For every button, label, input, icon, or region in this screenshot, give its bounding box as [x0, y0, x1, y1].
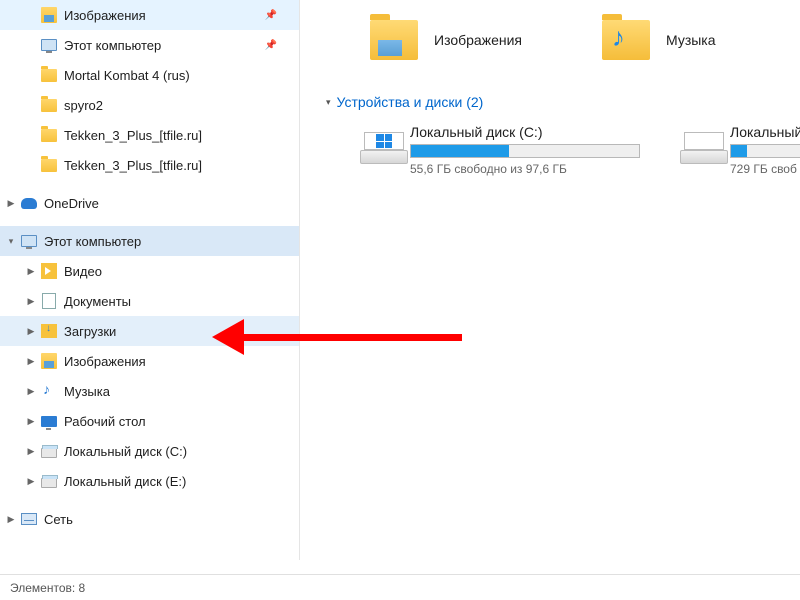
tree-item-label: Mortal Kombat 4 (rus)	[64, 68, 190, 83]
chevron-right-icon[interactable]: ▶	[24, 444, 38, 458]
pc-icon	[40, 36, 58, 54]
section-header-label: Устройства и диски (2)	[337, 94, 484, 110]
tree-item-pictures-pc[interactable]: ▶ Изображения	[0, 346, 299, 376]
tree-item-label: spyro2	[64, 98, 103, 113]
folder-tile-pictures[interactable]: Изображения	[370, 20, 522, 60]
chevron-down-icon[interactable]: ▾	[326, 97, 331, 108]
tree-item-this-pc-qa[interactable]: Этот компьютер 📌	[0, 30, 299, 60]
drive-icon	[40, 472, 58, 490]
folder-icon	[40, 96, 58, 114]
tree-item-label: Загрузки	[64, 324, 116, 339]
status-items-count: Элементов: 8	[10, 581, 85, 595]
drive-name: Локальный	[730, 124, 800, 140]
drive-tile-second[interactable]: Локальный 729 ГБ своб	[680, 124, 800, 176]
drive-free-text: 55,6 ГБ свободно из 97,6 ГБ	[410, 162, 640, 176]
chevron-down-icon[interactable]: ▾	[4, 234, 18, 248]
chevron-right-icon[interactable]: ▶	[24, 474, 38, 488]
drive-icon	[680, 128, 716, 164]
tree-item-drive-c[interactable]: ▶ Локальный диск (C:)	[0, 436, 299, 466]
music-folder-icon	[602, 20, 650, 60]
chevron-right-icon[interactable]: ▶	[4, 512, 18, 526]
folder-icon	[40, 66, 58, 84]
pictures-icon	[40, 6, 58, 24]
tree-item-network[interactable]: ▶ Сеть	[0, 504, 299, 534]
drive-icon	[40, 442, 58, 460]
tree-item-label: Изображения	[64, 354, 146, 369]
tree-item-label: OneDrive	[44, 196, 99, 211]
chevron-right-icon[interactable]: ▶	[24, 294, 38, 308]
pictures-icon	[40, 352, 58, 370]
drive-usage-bar	[730, 144, 800, 158]
tree-item-label: Видео	[64, 264, 102, 279]
chevron-right-icon[interactable]: ▶	[24, 384, 38, 398]
network-icon	[20, 510, 38, 528]
navigation-tree[interactable]: Изображения 📌 Этот компьютер 📌 Mortal Ko…	[0, 0, 300, 560]
downloads-icon	[40, 322, 58, 340]
tree-item-label: Tekken_3_Plus_[tfile.ru]	[64, 158, 202, 173]
tree-item-label: Локальный диск (E:)	[64, 474, 186, 489]
chevron-right-icon[interactable]: ▶	[24, 414, 38, 428]
tree-item-label: Рабочий стол	[64, 414, 146, 429]
drive-usage-bar	[410, 144, 640, 158]
tree-item-spyro2[interactable]: spyro2	[0, 90, 299, 120]
chevron-right-icon[interactable]: ▶	[4, 196, 18, 210]
chevron-right-icon[interactable]: ▶	[24, 264, 38, 278]
pc-icon	[20, 232, 38, 250]
video-icon	[40, 262, 58, 280]
drive-free-text: 729 ГБ своб	[730, 162, 800, 176]
onedrive-icon	[20, 194, 38, 212]
tree-item-label: Локальный диск (C:)	[64, 444, 187, 459]
pictures-folder-icon	[370, 20, 418, 60]
tree-item-tekken-1[interactable]: Tekken_3_Plus_[tfile.ru]	[0, 120, 299, 150]
tree-item-mk4[interactable]: Mortal Kombat 4 (rus)	[0, 60, 299, 90]
tree-item-this-pc[interactable]: ▾ Этот компьютер	[0, 226, 299, 256]
folder-tile-music[interactable]: Музыка	[602, 20, 716, 60]
tree-item-label: Этот компьютер	[44, 234, 141, 249]
desktop-icon	[40, 412, 58, 430]
tree-item-videos[interactable]: ▶ Видео	[0, 256, 299, 286]
chevron-right-icon[interactable]: ▶	[24, 354, 38, 368]
chevron-right-icon[interactable]: ▶	[24, 324, 38, 338]
tree-item-documents[interactable]: ▶ Документы	[0, 286, 299, 316]
documents-icon	[40, 292, 58, 310]
content-pane[interactable]: Изображения Музыка ▾ Устройства и диски …	[300, 0, 800, 560]
folder-icon	[40, 126, 58, 144]
drives-section-header[interactable]: ▾ Устройства и диски (2)	[320, 90, 800, 118]
tree-item-music[interactable]: ▶ Музыка	[0, 376, 299, 406]
folder-tile-label: Изображения	[434, 32, 522, 48]
tree-item-label: Tekken_3_Plus_[tfile.ru]	[64, 128, 202, 143]
pin-icon: 📌	[265, 40, 277, 51]
tree-item-downloads[interactable]: ▶ Загрузки	[0, 316, 299, 346]
tree-item-onedrive[interactable]: ▶ OneDrive	[0, 188, 299, 218]
folder-tile-label: Музыка	[666, 32, 716, 48]
tree-item-label: Документы	[64, 294, 131, 309]
tree-item-drive-e[interactable]: ▶ Локальный диск (E:)	[0, 466, 299, 496]
drive-tile-c[interactable]: Локальный диск (C:) 55,6 ГБ свободно из …	[360, 124, 640, 176]
drive-icon	[360, 128, 396, 164]
tree-item-label: Изображения	[64, 8, 146, 23]
status-bar: Элементов: 8	[0, 574, 800, 600]
drive-name: Локальный диск (C:)	[410, 124, 640, 140]
tree-item-tekken-2[interactable]: Tekken_3_Plus_[tfile.ru]	[0, 150, 299, 180]
tree-item-pictures[interactable]: Изображения 📌	[0, 0, 299, 30]
folder-icon	[40, 156, 58, 174]
tree-item-desktop[interactable]: ▶ Рабочий стол	[0, 406, 299, 436]
music-icon	[40, 382, 58, 400]
tree-item-label: Музыка	[64, 384, 110, 399]
tree-item-label: Сеть	[44, 512, 73, 527]
pin-icon: 📌	[265, 10, 277, 21]
tree-item-label: Этот компьютер	[64, 38, 161, 53]
